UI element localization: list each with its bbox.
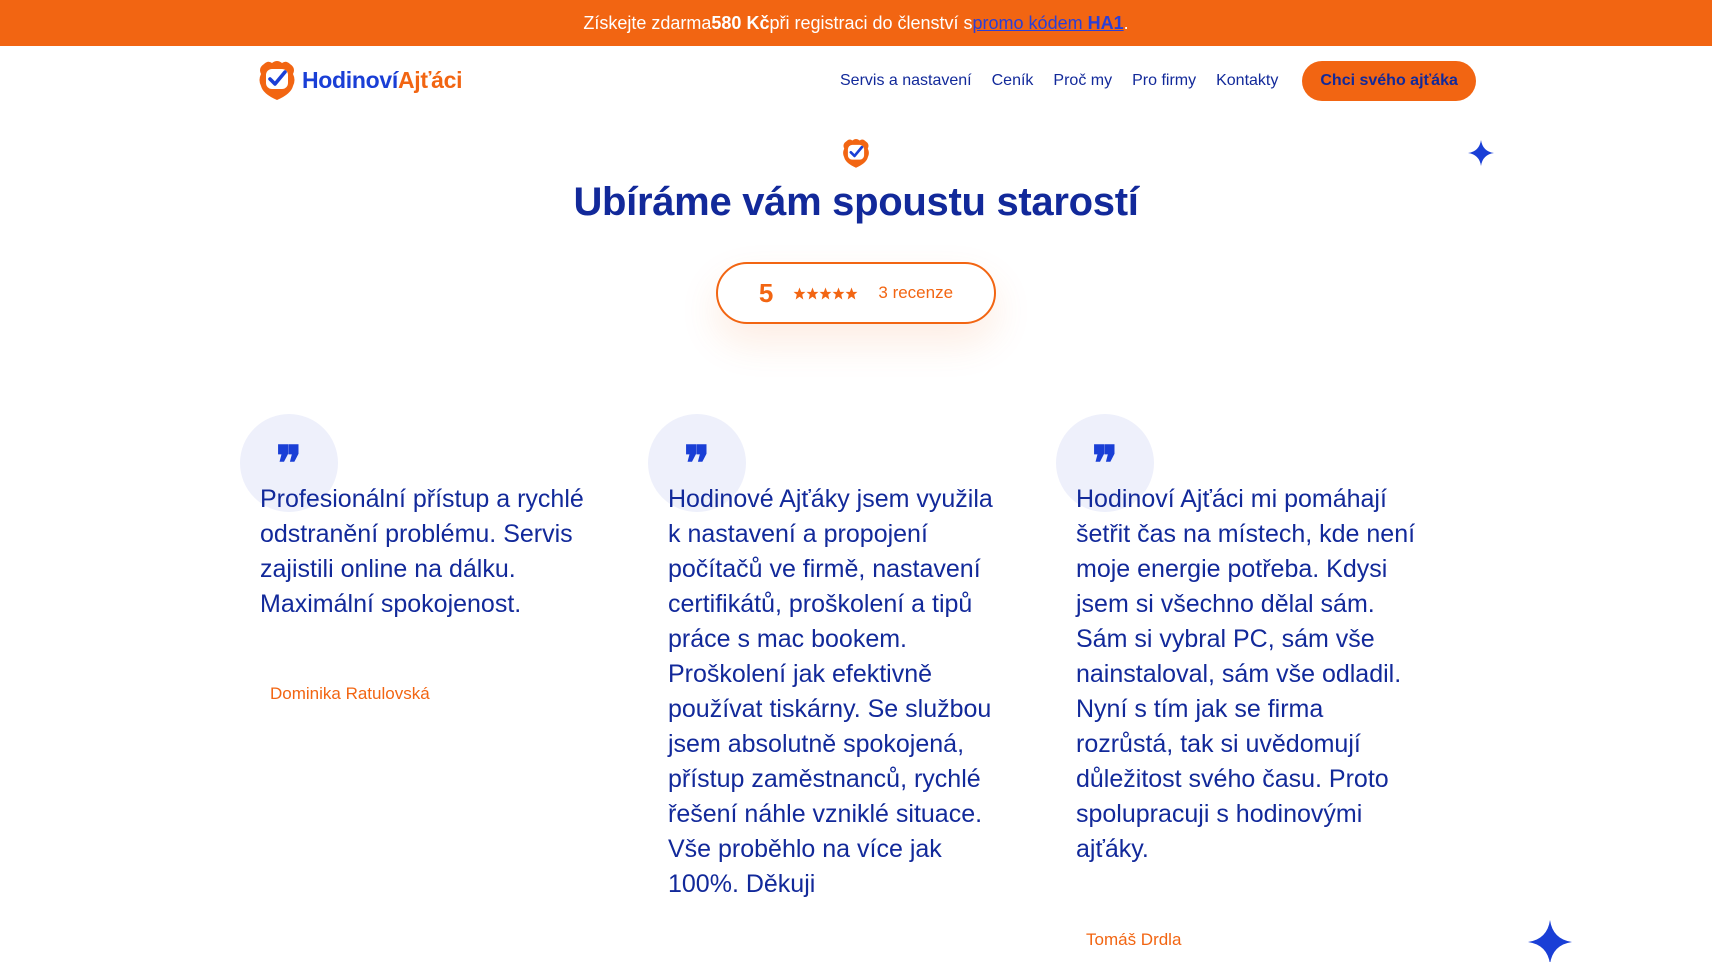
shield-check-icon [843, 139, 869, 168]
review-author: Tomáš Drdla [1086, 930, 1182, 949]
logo-text-primary: Hodinoví [302, 66, 398, 93]
shield-check-icon [259, 61, 295, 100]
site-logo[interactable]: HodinovíAjťáci [258, 60, 462, 100]
promo-link-text: promo kódem [972, 12, 1088, 33]
rating-score: 5 [758, 277, 774, 308]
rating-count: 3 recenze [878, 283, 954, 302]
review-text: Hodinové Ajťáky jsem využila k nastavení… [668, 485, 993, 898]
promo-code-link[interactable]: promo kódem HA1 [973, 13, 1124, 34]
sparkle-icon [1468, 140, 1494, 166]
star-icon [845, 287, 858, 299]
promo-bar: Získejte zdarma 580 Kč při registraci do… [0, 0, 1712, 46]
quote-icon: ❞ [684, 436, 710, 492]
quote-icon: ❞ [1092, 436, 1118, 492]
nav-servis[interactable]: Servis a nastavení [840, 72, 972, 90]
star-icon [793, 287, 806, 299]
star-icon [819, 287, 832, 299]
promo-amount: 580 Kč [711, 12, 770, 33]
promo-text-post: . [1123, 12, 1129, 33]
cta-button[interactable]: Chci svého ajťáka [1302, 61, 1476, 101]
rating-badge[interactable]: 5 3 recenze [716, 262, 996, 324]
rating-stars [793, 287, 858, 300]
promo-text-mid: při registraci do členství s [769, 12, 973, 33]
promo-text-pre: Získejte zdarma [583, 12, 712, 33]
site-header: HodinovíAjťáci Servis a nastavení Ceník … [0, 46, 1712, 116]
star-icon [806, 287, 819, 299]
nav-proc-my[interactable]: Proč my [1053, 72, 1112, 90]
main-nav: Servis a nastavení Ceník Proč my Pro fir… [840, 61, 1496, 101]
logo-text-secondary: Ajťáci [397, 66, 463, 93]
promo-code: HA1 [1087, 12, 1124, 33]
review-text: Profesionální přístup a rychlé odstraněn… [260, 485, 584, 618]
review-text: Hodinoví Ajťáci mi pomáhají šetřit čas n… [1076, 485, 1416, 863]
review-author: Dominika Ratulovská [270, 684, 430, 703]
nav-cenik[interactable]: Ceník [992, 72, 1034, 90]
section-title: Ubíráme vám spoustu starostí [573, 180, 1139, 224]
star-icon [832, 287, 845, 299]
nav-pro-firmy[interactable]: Pro firmy [1132, 72, 1196, 90]
nav-kontakty[interactable]: Kontakty [1216, 72, 1278, 90]
quote-icon: ❞ [276, 436, 302, 492]
sparkle-icon [1528, 920, 1572, 962]
